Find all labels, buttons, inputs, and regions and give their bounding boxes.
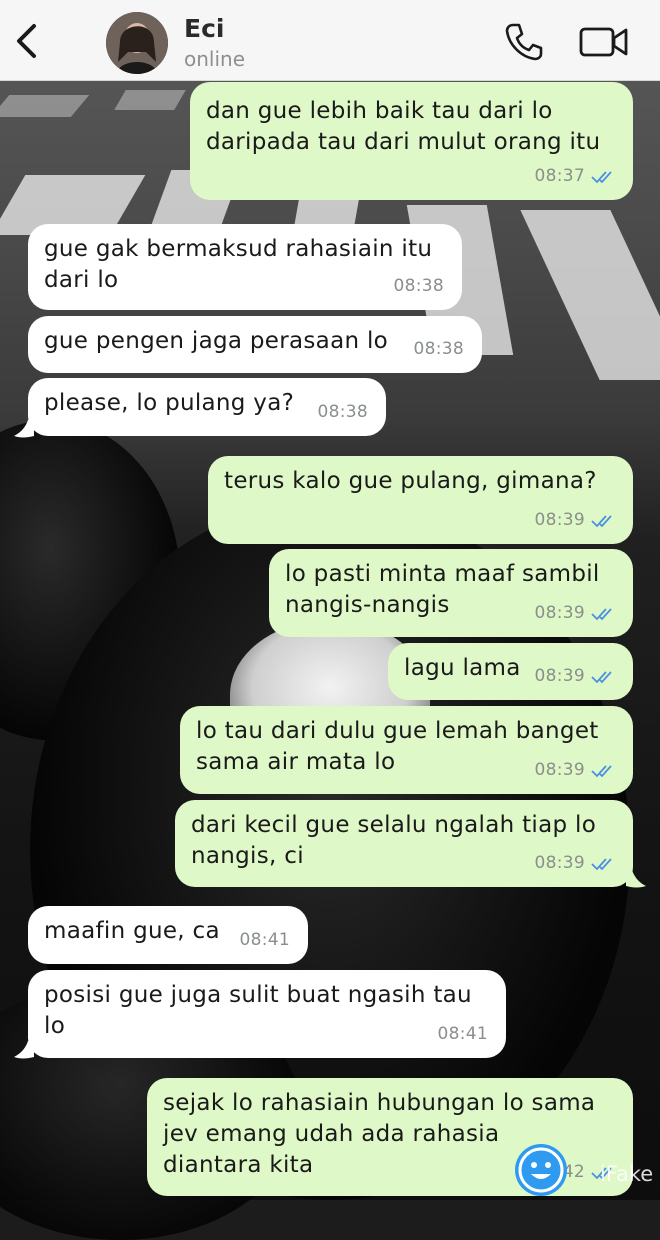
contact-name[interactable]: Eci [184,14,224,43]
message-text: terus kalo gue pulang, gimana? [224,468,597,494]
message-time: 08:39 [534,666,585,686]
read-receipt-icon [591,170,612,183]
bubble-tail [14,1041,34,1059]
message-meta: 08:39 [535,598,618,629]
message-bubble-incoming[interactable]: please, lo pulang ya? 08:38 [28,378,386,436]
message-meta: 08:38 [414,334,465,365]
message-meta: 08:41 [438,1019,489,1050]
message-meta: 08:37 [535,161,618,192]
message-bubble-outgoing[interactable]: lagu lama 08:39 [388,643,633,700]
message-time: 08:39 [534,510,585,530]
message-meta: 08:38 [394,271,445,302]
message-text: posisi gue juga sulit buat ngasih tau lo [44,982,472,1039]
message-bubble-outgoing[interactable]: terus kalo gue pulang, gimana? 08:39 [208,456,633,544]
read-receipt-icon [591,670,612,683]
message-time: 08:38 [393,276,444,296]
bubble-tail [626,870,646,888]
message-meta: 08:39 [535,755,618,786]
message-text: gue gak bermaksud rahasiain itu dari lo [44,236,433,293]
read-receipt-icon [591,514,612,527]
message-bubble-incoming[interactable]: maafin gue, ca 08:41 [28,906,308,964]
message-time: 08:38 [317,402,368,422]
message-meta: 08:39 [535,661,618,692]
video-camera-icon [579,27,628,57]
message-bubble-outgoing[interactable]: lo pasti minta maaf sambil nangis-nangis… [269,549,633,637]
chevron-left-icon [17,24,36,58]
avatar-photo [106,12,168,74]
back-button[interactable] [10,20,44,62]
chat-header: Eci online [0,0,660,81]
watermark-text: iFake [600,1162,654,1186]
contact-avatar[interactable] [106,12,168,74]
message-bubble-incoming[interactable]: gue pengen jaga perasaan lo 08:38 [28,316,482,373]
message-time: 08:41 [239,930,290,950]
watermark: iFake [512,1140,660,1198]
message-time: 08:41 [437,1024,488,1044]
message-bubble-incoming[interactable]: gue gak bermaksud rahasiain itu dari lo … [28,224,462,310]
message-bubble-outgoing[interactable]: dan gue lebih baik tau dari lo daripada … [190,82,633,200]
message-text: dan gue lebih baik tau dari lo daripada … [206,98,601,155]
message-meta: 08:41 [240,925,291,956]
message-time: 08:39 [534,603,585,623]
phone-icon [505,23,543,61]
message-time: 08:38 [413,339,464,359]
message-time: 08:39 [534,853,585,873]
contact-status: online [184,47,246,71]
message-meta: 08:39 [535,505,618,536]
message-time: 08:37 [534,166,585,186]
message-bubble-outgoing[interactable]: lo tau dari dulu gue lemah banget sama a… [180,706,633,794]
message-bubble-incoming[interactable]: posisi gue juga sulit buat ngasih tau lo… [28,970,506,1058]
read-receipt-icon [591,764,612,777]
message-meta: 08:38 [318,397,369,428]
read-receipt-icon [591,857,612,870]
smiley-face-icon [515,1144,567,1196]
message-bubble-outgoing[interactable]: dari kecil gue selalu ngalah tiap lo nan… [175,800,633,887]
bubble-tail [14,420,34,438]
message-text: gue pengen jaga perasaan lo [44,328,389,354]
message-meta: 08:39 [535,848,618,879]
video-call-button[interactable] [578,24,630,60]
voice-call-button[interactable] [504,22,544,62]
read-receipt-icon [591,607,612,620]
message-time: 08:39 [534,760,585,780]
